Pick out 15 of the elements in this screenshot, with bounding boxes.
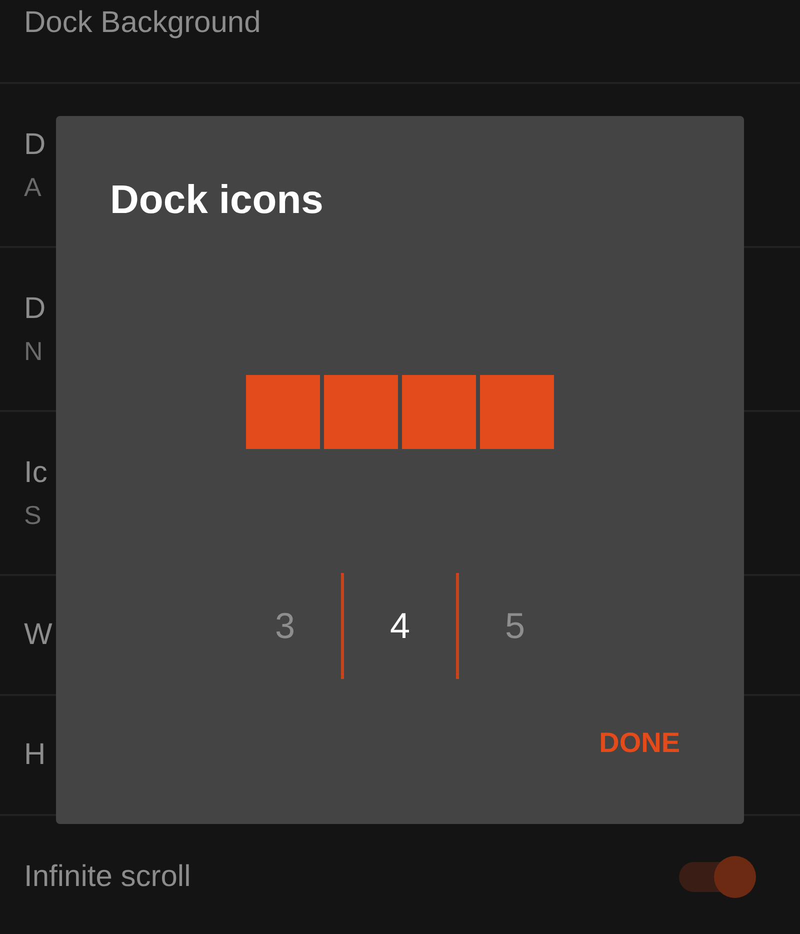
- setting-subtitle: N: [24, 336, 44, 366]
- setting-title: D: [24, 128, 46, 162]
- setting-title: Infinite scroll: [24, 860, 191, 894]
- done-button[interactable]: DONE: [589, 719, 690, 767]
- setting-title: H: [24, 738, 46, 772]
- number-option[interactable]: 5: [459, 605, 571, 647]
- setting-title: W: [24, 618, 52, 652]
- number-option[interactable]: 4: [344, 605, 456, 647]
- setting-subtitle: A: [24, 172, 42, 202]
- setting-title: Ic: [24, 456, 48, 490]
- setting-subtitle: S: [24, 500, 42, 530]
- setting-title: D: [24, 292, 46, 326]
- setting-title: Dock Background: [24, 6, 261, 40]
- dialog-title: Dock icons: [110, 178, 324, 223]
- number-option[interactable]: 3: [229, 605, 341, 647]
